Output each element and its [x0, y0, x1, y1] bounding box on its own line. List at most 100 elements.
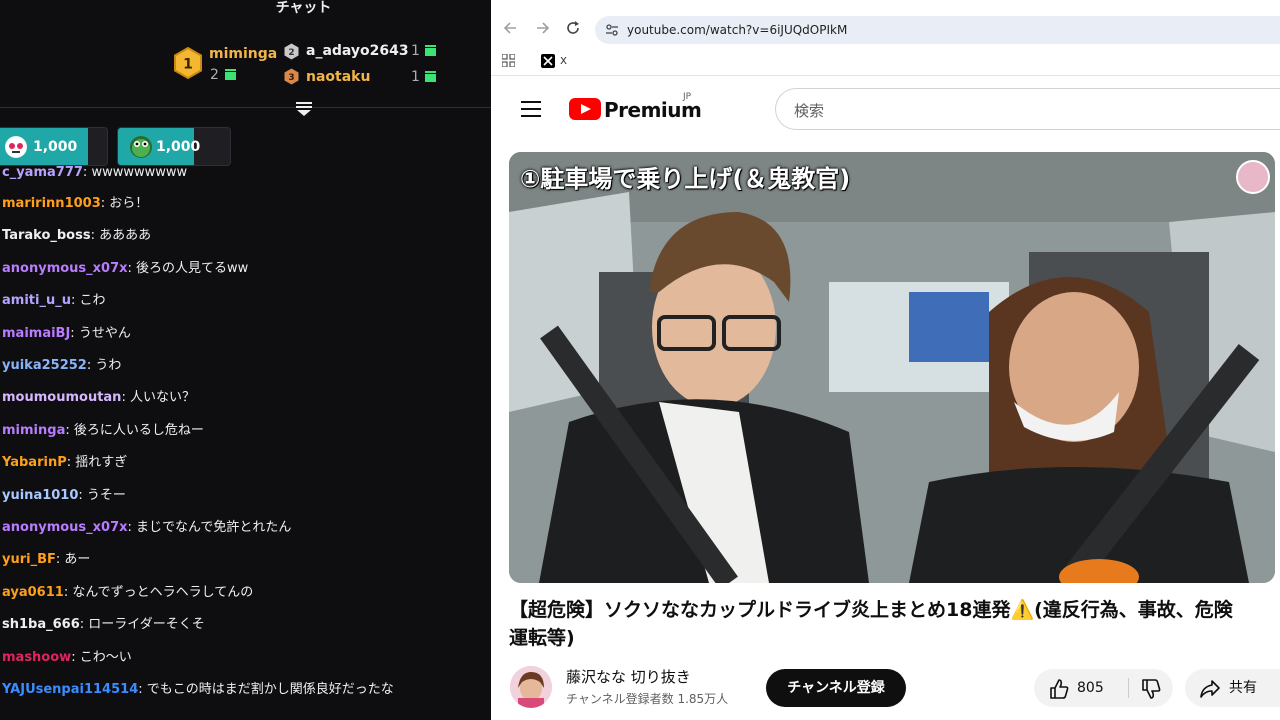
- chat-text: うそー: [86, 487, 126, 503]
- url-bar[interactable]: youtube.com/watch?v=6iJUQdOPIkM: [595, 16, 1280, 44]
- chat-username[interactable]: maririnn1003: [2, 196, 101, 211]
- search-input[interactable]: 検索: [775, 88, 1280, 130]
- chat-title: チャット: [275, 0, 332, 16]
- chat-username[interactable]: moumoumoutan: [2, 390, 121, 405]
- chat-message: yuina1010: うそー: [2, 487, 126, 503]
- chat-text: うせやん: [78, 325, 131, 341]
- browser-window: youtube.com/watch?v=6iJUQdOPIkM x Premiu…: [491, 0, 1280, 720]
- channel-name[interactable]: 藤沢なな 切り抜き: [566, 667, 691, 687]
- video-overlay-caption: ①駐車場で乗り上げ(＆鬼教官): [520, 165, 851, 193]
- chat-username[interactable]: yuina1010: [2, 488, 78, 503]
- forward-arrow-icon[interactable]: [532, 18, 552, 38]
- chat-text: 人いない？: [129, 390, 195, 406]
- menu-icon[interactable]: [521, 101, 541, 117]
- hype-avatar: [5, 136, 27, 158]
- gift-icon: [425, 45, 436, 56]
- chat-username[interactable]: c_yama777: [2, 165, 83, 180]
- chat-text: おら！: [109, 196, 149, 211]
- chat-message: moumoumoutan: 人いない？: [2, 390, 195, 406]
- like-button[interactable]: 805: [1034, 669, 1128, 707]
- dislike-button[interactable]: [1129, 669, 1173, 707]
- leaderboard-first-count: 2: [210, 67, 219, 83]
- bookmarks-bar: x: [491, 46, 1280, 76]
- chat-message: miminga: 後ろに人いるし危ねー: [2, 422, 204, 438]
- bookmark-x-label[interactable]: x: [560, 53, 567, 67]
- youtube-logo-icon[interactable]: [569, 98, 601, 120]
- channel-watermark-avatar[interactable]: [1236, 160, 1270, 194]
- chat-username[interactable]: sh1ba_666: [2, 617, 80, 632]
- rank-3-badge-icon: 3: [284, 68, 299, 85]
- subscribe-button[interactable]: チャンネル登録: [766, 669, 906, 707]
- chat-message: maririnn1003: おら！: [2, 196, 149, 211]
- chat-message: c_yama777: wwwwwwwww: [2, 165, 188, 180]
- chat-username[interactable]: anonymous_x07x: [2, 520, 128, 535]
- leaderboard-first-name[interactable]: miminga: [209, 45, 277, 63]
- hype-train-pill[interactable]: 1,000: [0, 127, 108, 166]
- site-settings-icon[interactable]: [605, 23, 619, 37]
- video-title: 【超危険】ソクソななカップルドライブ炎上まとめ18連発⚠️(違反行為、事故、危険…: [509, 599, 1233, 649]
- chat-text: うわ: [95, 358, 122, 373]
- leaderboard-third-count: 1: [411, 69, 420, 85]
- chat-username[interactable]: miminga: [2, 423, 65, 438]
- chat-username[interactable]: amiti_u_u: [2, 293, 71, 308]
- hype-amount: 1,000: [33, 139, 78, 155]
- svg-text:2: 2: [288, 48, 294, 58]
- chat-username[interactable]: YabarinP: [2, 455, 67, 470]
- svg-text:1: 1: [183, 57, 193, 73]
- search-placeholder: 検索: [794, 102, 825, 120]
- video-player[interactable]: ①駐車場で乗り上げ(＆鬼教官): [509, 152, 1275, 583]
- chat-username[interactable]: yuri_BF: [2, 552, 56, 567]
- thumbs-up-icon: [1050, 679, 1069, 699]
- apps-grid-icon[interactable]: [502, 54, 515, 67]
- chat-message-list[interactable]: c_yama777: wwwwwwwww maririnn1003: おら！ Ta…: [0, 163, 491, 720]
- chat-text: 後ろに人いるし危ねー: [73, 422, 204, 438]
- leaderboard-second-name[interactable]: a_adayo2643: [306, 42, 409, 60]
- chat-username[interactable]: YAJUsenpai114514: [2, 682, 138, 697]
- share-label: 共有: [1229, 680, 1257, 696]
- hype-amount: 1,000: [156, 139, 201, 155]
- like-dislike-group: 805: [1034, 669, 1173, 707]
- back-arrow-icon[interactable]: [501, 18, 521, 38]
- address-bar-row: youtube.com/watch?v=6iJUQdOPIkM: [491, 0, 1280, 46]
- frog-face-icon: [132, 139, 150, 157]
- chat-message: yuika25252: うわ: [2, 358, 122, 373]
- chat-message: Tarako_boss: ああああ: [2, 228, 152, 244]
- chat-message: amiti_u_u: こわ: [2, 293, 106, 309]
- chat-message: maimaiBJ: うせやん: [2, 325, 131, 341]
- subscriber-count: チャンネル登録者数 1.85万人: [566, 692, 729, 706]
- leaderboard-divider: [0, 107, 491, 108]
- chat-message: mashoow: こわ〜い: [2, 649, 132, 665]
- rank-2-badge-icon: 2: [284, 43, 299, 60]
- url-text: youtube.com/watch?v=6iJUQdOPIkM: [627, 23, 848, 37]
- rank-1-badge-icon: 1: [174, 47, 202, 79]
- thumbs-down-icon: [1142, 679, 1161, 699]
- youtube-header: Premium JP 検索: [491, 78, 1280, 142]
- chat-username[interactable]: aya0611: [2, 585, 64, 600]
- chat-text: こわ: [79, 293, 106, 309]
- chat-text: ああああ: [99, 228, 152, 244]
- chat-username[interactable]: anonymous_x07x: [2, 261, 128, 276]
- region-label: JP: [683, 92, 692, 102]
- x-logo-icon[interactable]: [541, 54, 555, 68]
- chat-text: まじでなんで免許とれたん: [136, 520, 292, 535]
- collapse-leaderboard-icon[interactable]: [294, 100, 314, 118]
- leaderboard-third-name[interactable]: naotaku: [306, 68, 370, 86]
- chat-username[interactable]: yuika25252: [2, 358, 87, 373]
- svg-text:3: 3: [288, 73, 294, 83]
- chat-message: sh1ba_666: ローライダーそくそ: [2, 617, 205, 633]
- hype-train-pill[interactable]: 1,000: [117, 127, 231, 166]
- chat-text: でもこの時はまだ割かし関係良好だったな: [146, 682, 394, 697]
- like-count: 805: [1077, 680, 1104, 696]
- channel-avatar[interactable]: [510, 666, 552, 708]
- chat-message: yuri_BF: あー: [2, 552, 91, 568]
- chat-username[interactable]: maimaiBJ: [2, 326, 70, 341]
- heart-face-icon: [6, 137, 26, 157]
- reload-icon[interactable]: [563, 18, 583, 38]
- chat-message: aya0611: なんでずっとヘラヘラしてんの: [2, 584, 254, 600]
- chat-username[interactable]: Tarako_boss: [2, 228, 91, 243]
- share-button[interactable]: 共有: [1185, 669, 1280, 707]
- chat-text: wwwwwwwww: [91, 165, 188, 180]
- chat-text: こわ〜い: [79, 649, 132, 665]
- leaderboard-second-count: 1: [411, 43, 420, 59]
- chat-username[interactable]: mashoow: [2, 650, 71, 665]
